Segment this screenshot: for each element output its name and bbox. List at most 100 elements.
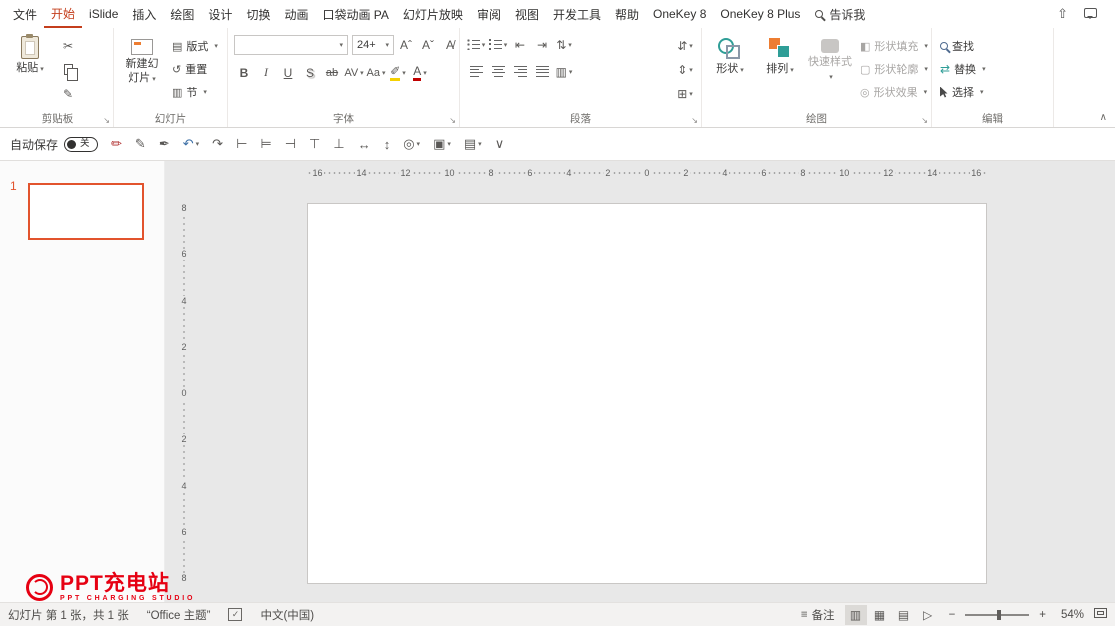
group-objects-button[interactable]: ▣ bbox=[433, 136, 451, 152]
align-right-objects-button[interactable]: ⊣ bbox=[285, 136, 296, 152]
justify-button[interactable] bbox=[532, 62, 552, 81]
slideshow-button[interactable]: ▷ bbox=[917, 605, 939, 625]
align-text-button[interactable]: ⇕ bbox=[675, 60, 695, 79]
bullets-button[interactable] bbox=[466, 35, 486, 54]
merge-shapes-button[interactable]: ◎ bbox=[403, 136, 420, 152]
reading-view-button[interactable]: ▤ bbox=[893, 605, 915, 625]
grid-settings-button[interactable]: ▤ bbox=[464, 136, 482, 152]
tab-islide[interactable]: iSlide bbox=[82, 0, 125, 28]
align-left-objects-button[interactable]: ⊢ bbox=[236, 136, 247, 152]
underline-button[interactable]: U bbox=[278, 63, 298, 82]
section-button[interactable]: ▥节 bbox=[170, 82, 220, 102]
tab-help[interactable]: 帮助 bbox=[608, 0, 646, 28]
tab-slideshow[interactable]: 幻灯片放映 bbox=[396, 0, 470, 28]
increase-font-size-button[interactable]: Aˆ bbox=[396, 36, 416, 55]
comments-button[interactable] bbox=[1084, 7, 1097, 21]
strikethrough-button[interactable]: ab bbox=[322, 63, 342, 82]
font-name-select[interactable] bbox=[234, 35, 348, 55]
drawing-dialog-launcher[interactable] bbox=[921, 117, 928, 125]
share-button[interactable]: ⇧ bbox=[1057, 6, 1068, 22]
draw-pen2-button[interactable]: ✎ bbox=[135, 136, 146, 152]
theme-name[interactable]: “Office 主题” bbox=[147, 607, 211, 623]
shape-outline-button[interactable]: ▢形状轮廓 bbox=[858, 59, 930, 79]
paragraph-dialog-launcher[interactable] bbox=[691, 117, 698, 125]
tab-onekey-8[interactable]: OneKey 8 bbox=[646, 0, 713, 28]
align-right-button[interactable] bbox=[510, 62, 530, 81]
numbering-button[interactable] bbox=[488, 35, 508, 54]
tab-onekey-8-plus[interactable]: OneKey 8 Plus bbox=[713, 0, 807, 28]
tab-home[interactable]: 开始 bbox=[44, 0, 82, 28]
slide-canvas[interactable] bbox=[307, 203, 987, 584]
text-shadow-button[interactable]: S bbox=[300, 63, 320, 82]
zoom-in-button[interactable]: + bbox=[1039, 609, 1046, 621]
shape-effects-button[interactable]: ◎形状效果 bbox=[858, 82, 930, 102]
text-direction-button[interactable]: ⇵ bbox=[675, 36, 695, 55]
highlight-color-button[interactable]: ✐ bbox=[388, 63, 408, 82]
draw-highlighter-button[interactable]: ✒ bbox=[159, 136, 170, 152]
draw-pen-button[interactable]: ✏ bbox=[111, 136, 122, 152]
undo-button[interactable]: ↶ bbox=[183, 136, 199, 152]
zoom-out-button[interactable]: − bbox=[949, 609, 956, 621]
align-left-button[interactable] bbox=[466, 62, 486, 81]
slide-sorter-button[interactable]: ▦ bbox=[869, 605, 891, 625]
language-indicator[interactable]: 中文(中国) bbox=[260, 607, 314, 623]
arrange-button[interactable]: 排列 bbox=[758, 33, 802, 111]
vertical-ruler[interactable]: 864202468 bbox=[178, 203, 190, 584]
decrease-font-size-button[interactable]: Aˇ bbox=[418, 36, 438, 55]
autosave-toggle[interactable]: 自动保存 关 bbox=[10, 136, 98, 153]
zoom-slider[interactable] bbox=[965, 614, 1029, 616]
distribute-vertical-button[interactable]: ↕ bbox=[384, 137, 391, 152]
reset-button[interactable]: ↺重置 bbox=[170, 59, 220, 79]
notes-button[interactable]: ≡ 备注 bbox=[801, 607, 835, 623]
shapes-button[interactable]: 形状 bbox=[708, 33, 752, 111]
shape-fill-button[interactable]: ◧形状填充 bbox=[858, 36, 930, 56]
fit-slide-button[interactable] bbox=[1094, 608, 1107, 621]
tab-developer[interactable]: 开发工具 bbox=[546, 0, 608, 28]
decrease-indent-button[interactable]: ⇤ bbox=[510, 35, 530, 54]
slide-thumbnail[interactable] bbox=[28, 183, 144, 240]
new-slide-button[interactable]: 新建幻灯片 bbox=[120, 33, 164, 111]
distribute-horizontal-button[interactable]: ↔ bbox=[358, 137, 371, 152]
increase-indent-button[interactable]: ⇥ bbox=[532, 35, 552, 54]
tab-pocket-animation[interactable]: 口袋动画 PA bbox=[315, 0, 395, 28]
spell-check-button[interactable]: ✓ bbox=[228, 608, 242, 621]
clipboard-dialog-launcher[interactable] bbox=[103, 117, 110, 125]
copy-button[interactable] bbox=[58, 60, 78, 79]
zoom-slider-thumb[interactable] bbox=[997, 610, 1001, 620]
tab-insert[interactable]: 插入 bbox=[125, 0, 163, 28]
bold-button[interactable]: B bbox=[234, 63, 254, 82]
font-color-button[interactable]: A bbox=[410, 63, 430, 82]
font-dialog-launcher[interactable] bbox=[449, 117, 456, 125]
align-center-button[interactable] bbox=[488, 62, 508, 81]
align-bottom-objects-button[interactable]: ⊥ bbox=[333, 136, 344, 152]
line-spacing-button[interactable]: ⇅ bbox=[554, 35, 574, 54]
select-button[interactable]: 选择 bbox=[938, 82, 988, 102]
tell-me-box[interactable]: 告诉我 bbox=[815, 6, 865, 23]
cut-button[interactable]: ✂ bbox=[58, 36, 78, 55]
paste-button[interactable]: 粘贴 bbox=[8, 33, 52, 111]
tab-file[interactable]: 文件 bbox=[6, 0, 44, 28]
normal-view-button[interactable]: ▥ bbox=[845, 605, 867, 625]
columns-button[interactable]: ▥ bbox=[554, 62, 574, 81]
tab-animations[interactable]: 动画 bbox=[277, 0, 315, 28]
zoom-percentage[interactable]: 54% bbox=[1056, 609, 1084, 621]
align-center-objects-button[interactable]: ⊨ bbox=[260, 136, 271, 152]
change-case-button[interactable]: Aa bbox=[366, 63, 386, 82]
find-button[interactable]: 查找 bbox=[938, 36, 988, 56]
align-top-objects-button[interactable]: ⊤ bbox=[309, 136, 320, 152]
font-size-select[interactable]: 24+ bbox=[352, 35, 394, 55]
layout-button[interactable]: ▤版式 bbox=[170, 36, 220, 56]
horizontal-ruler[interactable]: 1614121086420246810121416 bbox=[307, 167, 987, 179]
tab-view[interactable]: 视图 bbox=[508, 0, 546, 28]
replace-button[interactable]: ⇄替换 bbox=[938, 59, 988, 79]
quick-styles-button[interactable]: 快速样式 bbox=[808, 33, 852, 111]
tab-draw[interactable]: 绘图 bbox=[163, 0, 201, 28]
more-commands-button[interactable]: ∨ bbox=[495, 136, 505, 152]
redo-button[interactable]: ↷ bbox=[212, 136, 223, 152]
convert-to-smartart-button[interactable]: ⊞ bbox=[675, 84, 695, 103]
collapse-ribbon-button[interactable]: ∧ bbox=[1100, 112, 1107, 123]
tab-transitions[interactable]: 切换 bbox=[239, 0, 277, 28]
tab-review[interactable]: 审阅 bbox=[470, 0, 508, 28]
format-painter-button[interactable]: ✎ bbox=[58, 84, 78, 103]
character-spacing-button[interactable]: AV bbox=[344, 63, 364, 82]
